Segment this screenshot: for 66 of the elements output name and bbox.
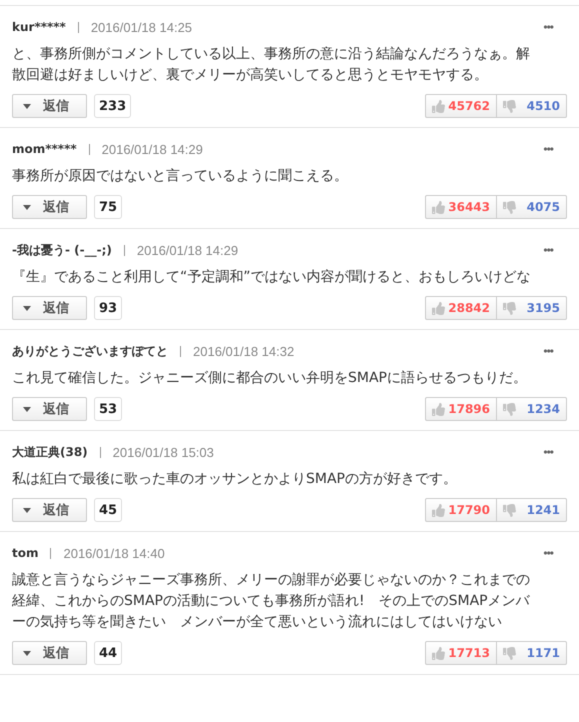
reply-count: 233: [94, 94, 132, 118]
like-button[interactable]: 45762: [426, 95, 496, 117]
dislike-button[interactable]: 4075: [496, 196, 566, 218]
comment-author: mom*****: [12, 142, 77, 156]
thumbs-down-icon: [503, 504, 516, 516]
reply-count: 45: [94, 498, 122, 522]
more-menu-button[interactable]: •••: [543, 142, 567, 156]
like-button[interactable]: 17713: [426, 642, 496, 664]
thumbs-down-icon: [503, 646, 516, 660]
caret-icon: [23, 508, 31, 512]
comment-text: 誠意と言うならジャニーズ事務所、メリーの謝罪が必要じゃないのか？これまでの経緯、これからのSMAPの活動についても事務所が語れ! その上でのSMAPメンバーの気持ち等を聞きたい メンバーが全て悪いという流れにはしてはいけない: [12, 571, 531, 632]
comment-time: 2016/01/18 14:40: [63, 546, 165, 560]
thumbs-down-icon: [503, 200, 516, 214]
comment-author: kur*****: [12, 20, 66, 34]
like-button[interactable]: 17790: [426, 499, 496, 521]
more-menu-button[interactable]: •••: [543, 20, 567, 34]
dislike-button[interactable]: 1241: [496, 499, 566, 521]
comment-author: ありがとうございますぽてと: [12, 342, 168, 360]
comment-time: 2016/01/18 14:29: [102, 142, 203, 156]
more-menu-button[interactable]: •••: [543, 344, 567, 358]
comment-time: 2016/01/18 15:03: [112, 444, 214, 460]
caret-icon: [23, 650, 31, 656]
comment-time: 2016/01/18 14:29: [136, 242, 238, 258]
thumbs-down-icon: [503, 100, 516, 112]
reply-button[interactable]: 返信: [12, 195, 87, 219]
thumbs-up-icon: [432, 302, 445, 314]
thumbs-down-icon: [503, 402, 516, 416]
thumbs-up-icon: [432, 646, 445, 660]
comment-text: 『生』であること利用して“予定調和”ではない内容が聞けると、おもしろいけどな: [12, 268, 532, 287]
comment-text: これ見て確信した。ジャニーズ側に都合のいい弁明をSMAPに語らせるつもりだ。: [12, 369, 528, 388]
dislike-button[interactable]: 1171: [496, 642, 566, 664]
comment-text: 事務所が原因ではないと言っているように聞こえる。: [12, 167, 349, 186]
more-menu-button[interactable]: •••: [543, 445, 567, 459]
thumbs-up-icon: [432, 504, 445, 516]
comment-time: 2016/01/18 14:32: [193, 344, 294, 358]
more-menu-button[interactable]: •••: [543, 243, 567, 257]
caret-icon: [23, 406, 31, 412]
comment-author: tom: [12, 546, 38, 560]
comment-author: 大道正典(38): [12, 444, 88, 460]
comment-author: -我は憂う- (-__-;): [12, 242, 112, 258]
reply-button[interactable]: 返信: [12, 641, 87, 665]
dislike-button[interactable]: 4510: [496, 95, 566, 117]
reply-count: 75: [94, 195, 122, 219]
caret-icon: [23, 104, 31, 108]
reply-button[interactable]: 返信: [12, 397, 87, 421]
caret-icon: [23, 204, 31, 210]
like-button[interactable]: 17896: [426, 398, 496, 420]
thumbs-up-icon: [432, 100, 445, 112]
more-menu-button[interactable]: •••: [543, 546, 567, 560]
like-button[interactable]: 28842: [426, 297, 496, 319]
thumbs-down-icon: [503, 302, 516, 314]
comment-time: 2016/01/18 14:25: [90, 20, 192, 34]
dislike-button[interactable]: 3195: [496, 297, 566, 319]
reply-button[interactable]: 返信: [12, 94, 87, 118]
reply-button[interactable]: 返信: [12, 498, 87, 522]
reply-count: 93: [94, 296, 122, 320]
like-button[interactable]: 36443: [426, 196, 496, 218]
comment-text: と、事務所側がコメントしている以上、事務所の意に沿う結論なんだろうなぁ。解散回避は好ましいけど、裏でメリーが高笑いしてると思うとモヤモヤする。: [12, 45, 531, 85]
thumbs-up-icon: [432, 200, 445, 214]
reply-count: 44: [94, 641, 122, 665]
reply-count: 53: [94, 397, 122, 421]
comment-text: 私は紅白で最後に歌った車のオッサンとかよりSMAPの方が好きです。: [12, 470, 458, 489]
reply-button[interactable]: 返信: [12, 296, 87, 320]
caret-icon: [23, 306, 31, 310]
dislike-button[interactable]: 1234: [496, 398, 566, 420]
thumbs-up-icon: [432, 402, 445, 416]
